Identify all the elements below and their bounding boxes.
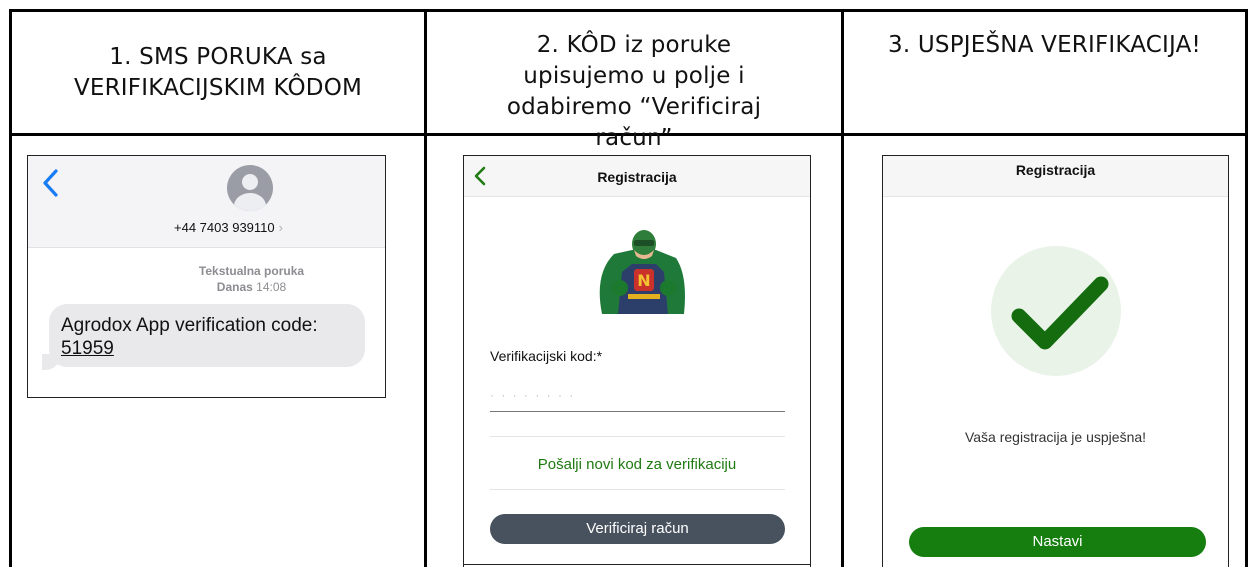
screen-bottom-border bbox=[464, 564, 810, 565]
screen-title: Registracija bbox=[597, 169, 677, 185]
table-border-right bbox=[1245, 9, 1248, 567]
verification-code[interactable]: 51959 bbox=[61, 337, 353, 360]
superhero-mascot-icon: N bbox=[596, 224, 692, 320]
registration-screen: Registracija N Verifikacijski kod:* · · … bbox=[463, 155, 811, 567]
success-message: Vaša registracija je uspješna! bbox=[964, 429, 1147, 445]
column-header-3: 3. USPJEŠNA VERIFIKACIJA! bbox=[888, 32, 1201, 58]
sms-screen: +44 7403 939110 › Tekstualna poruka Danas… bbox=[27, 155, 386, 398]
message-text: Agrodox App verification code: bbox=[61, 315, 318, 336]
column-header-1: 1. SMS PORUKA sa VERIFIKACIJSKIM KÔDOM bbox=[73, 44, 363, 101]
svg-text:N: N bbox=[637, 271, 650, 290]
verification-code-label: Verifikacijski kod:* bbox=[490, 348, 603, 364]
phone-number-text: +44 7403 939110 bbox=[174, 220, 275, 235]
message-day: Danas bbox=[216, 280, 253, 294]
message-timestamp: Danas 14:08 bbox=[28, 280, 385, 294]
checkmark-icon bbox=[1011, 276, 1109, 350]
message-type-label: Tekstualna poruka bbox=[198, 264, 305, 278]
verify-account-button[interactable]: Verificiraj račun bbox=[490, 514, 785, 544]
contact-phone-number[interactable]: +44 7403 939110 › bbox=[28, 220, 385, 235]
chevron-right-icon: › bbox=[278, 220, 283, 235]
success-screen: Registracija Vaša registracija je uspješ… bbox=[882, 155, 1229, 567]
column-header-2: 2. KÔD iz poruke upisujemo u polje i oda… bbox=[506, 32, 762, 151]
nav-bar: Registracija bbox=[464, 156, 810, 197]
message-bubble[interactable]: Agrodox App verification code: 51959 bbox=[49, 304, 365, 367]
divider bbox=[490, 489, 785, 490]
continue-button[interactable]: Nastavi bbox=[909, 527, 1206, 557]
divider bbox=[490, 436, 785, 437]
message-time: 14:08 bbox=[256, 280, 287, 294]
nav-bar: Registracija bbox=[883, 156, 1228, 197]
screen-title: Registracija bbox=[1015, 162, 1096, 178]
contact-avatar-icon[interactable] bbox=[227, 165, 273, 211]
resend-code-link[interactable]: Pošalji novi kod za verifikaciju bbox=[464, 456, 810, 473]
sms-header: +44 7403 939110 › bbox=[28, 156, 385, 248]
verification-code-input[interactable]: · · · · · · · · bbox=[490, 384, 785, 412]
back-chevron-icon[interactable] bbox=[40, 168, 62, 198]
